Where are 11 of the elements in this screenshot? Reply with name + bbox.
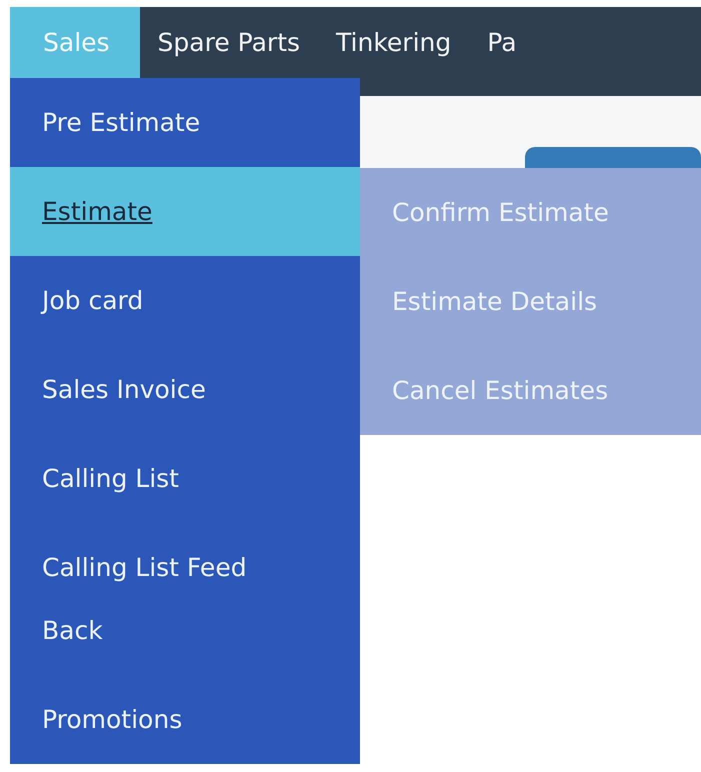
menu-item[interactable]: Promotions — [10, 675, 360, 764]
nav-tab[interactable]: Pa — [469, 7, 535, 78]
menu-item[interactable]: Calling List — [10, 434, 360, 523]
menu-item[interactable]: Sales Invoice — [10, 345, 360, 434]
menu-item[interactable]: Pre Estimate — [10, 78, 360, 167]
button[interactable] — [525, 147, 701, 168]
nav-tab[interactable]: Spare Parts — [140, 7, 318, 78]
menu-item[interactable]: Estimate — [10, 167, 360, 256]
menu-item[interactable]: Calling List Feed Back — [10, 523, 360, 675]
nav-tab[interactable]: Tinkering — [318, 7, 470, 78]
menu-item[interactable]: Job card — [10, 256, 360, 345]
